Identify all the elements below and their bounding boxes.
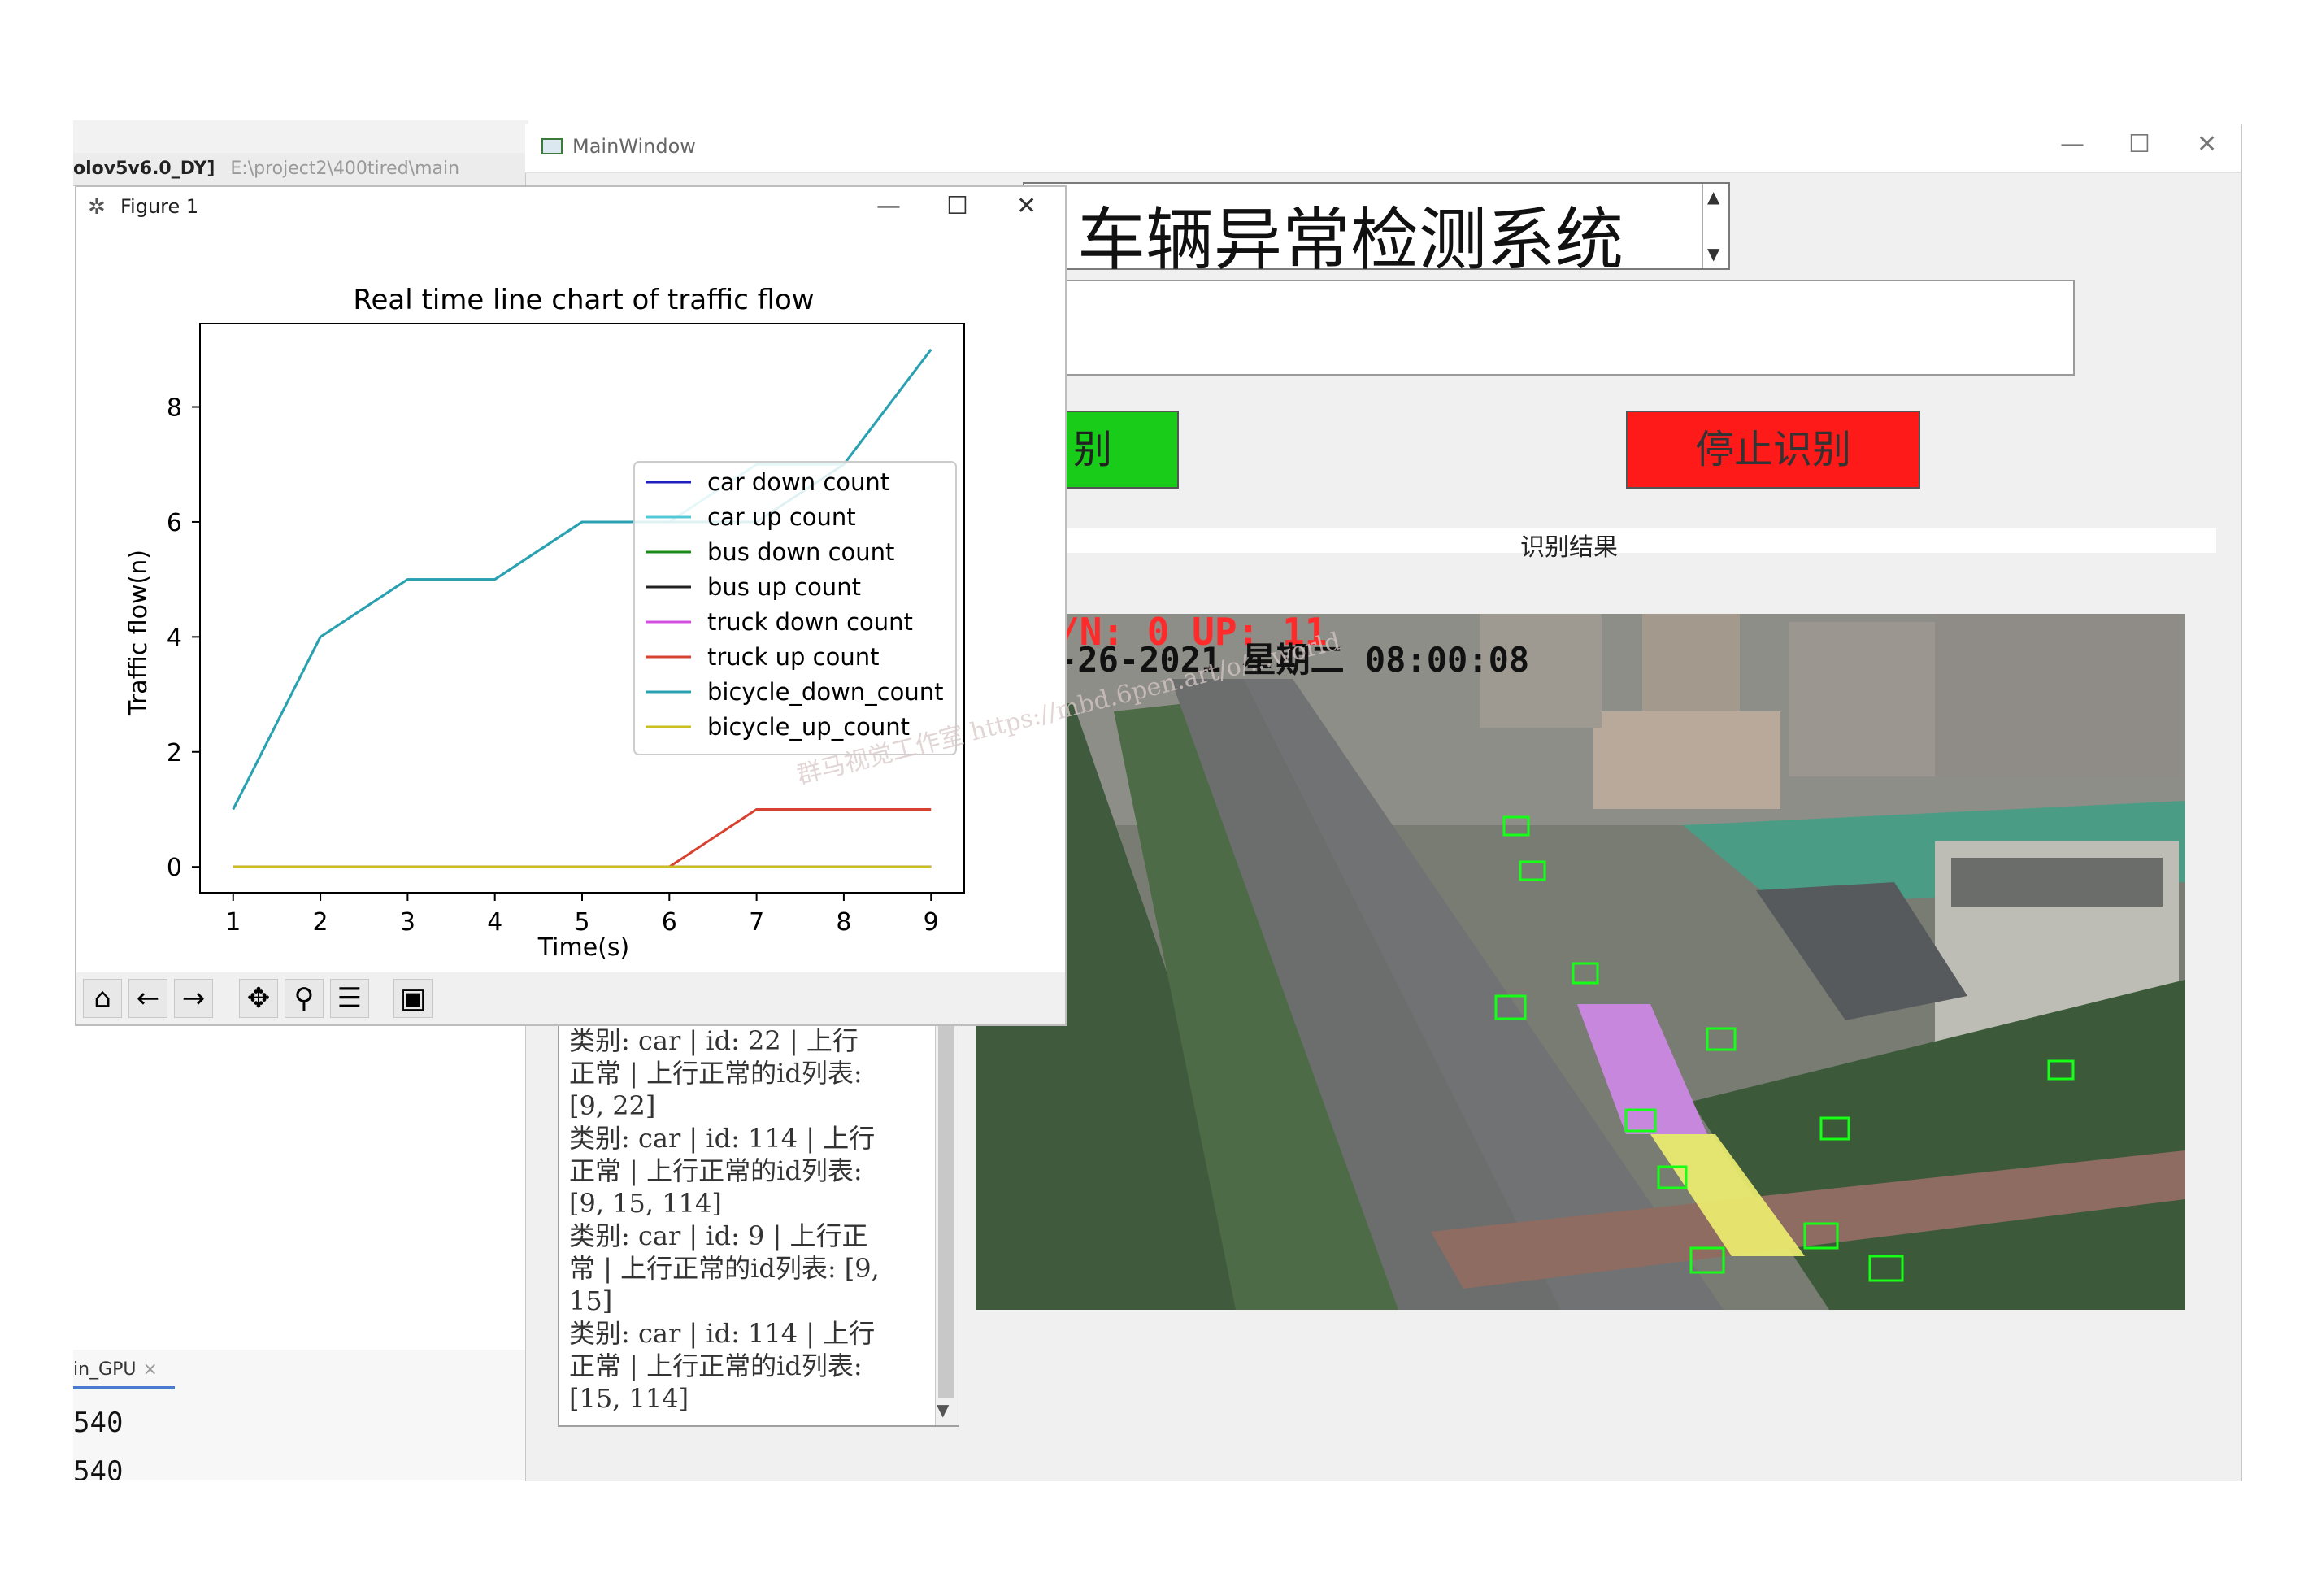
x-tick-label: 6 [662, 908, 677, 937]
x-axis-label: Time(s) [537, 933, 629, 962]
legend-label: truck down count [707, 608, 913, 636]
y-tick-label: 0 [167, 854, 182, 882]
main-window-titlebar[interactable] [525, 124, 2241, 173]
home-icon[interactable]: ⌂ [83, 979, 122, 1018]
log-line: 常 | 上行正常的id列表: [9, [569, 1253, 880, 1284]
traffic-flow-chart: Real time line chart of traffic flow 1 2 3… [124, 284, 965, 962]
result-header [1023, 528, 2216, 553]
y-tick-label: 2 [167, 739, 182, 768]
video-path-input[interactable] [1023, 280, 2075, 376]
log-line: 类别: car | id: 9 | 上行正 [569, 1220, 868, 1251]
log-line: 类别: car | id: 114 | 上行 [569, 1318, 876, 1349]
zoom-icon[interactable]: ⚲ [285, 979, 324, 1018]
x-tick-label: 4 [487, 908, 502, 937]
ide-run-tab[interactable]: in_GPU × [73, 1354, 158, 1386]
log-line: [9, 22] [569, 1090, 656, 1121]
ide-project-path: E:\project2\400tired\main [230, 159, 460, 179]
log-line: [15, 114] [569, 1383, 689, 1414]
spin-down-icon[interactable]: ▼ [1707, 244, 1719, 263]
y-tick-label: 8 [167, 394, 182, 423]
forward-icon[interactable]: → [174, 979, 213, 1018]
figure-close-button[interactable]: ✕ [1016, 192, 1037, 220]
y-tick-label: 4 [167, 624, 182, 652]
log-line: 类别: car | id: 22 | 上行 [569, 1025, 859, 1056]
detection-video-frame [976, 614, 2185, 1310]
x-tick-label: 2 [313, 908, 328, 937]
y-tick-label: 6 [167, 509, 182, 537]
save-icon[interactable]: ▣ [393, 979, 433, 1018]
figure-toolbar [76, 972, 1065, 1024]
figure-maximize-button[interactable]: ☐ [946, 192, 968, 220]
legend-label: bus up count [707, 573, 861, 601]
x-tick-label: 5 [574, 908, 589, 937]
figure-window-title: Figure 1 [120, 195, 199, 218]
log-line: 正常 | 上行正常的id列表: [569, 1058, 863, 1089]
ide-project-tab[interactable]: olov5v6.0_DY] E:\project2\400tired\main [73, 153, 528, 186]
log-line: 正常 | 上行正常的id列表: [569, 1155, 863, 1186]
ide-output-line: 540 [73, 1455, 124, 1480]
app-title: 车辆异常检测系统 [1077, 200, 1624, 280]
legend-label: car up count [707, 503, 856, 531]
ide-project-name: olov5v6.0_DY] [73, 159, 215, 179]
x-tick-label: 8 [836, 908, 851, 937]
y-axis-label: Traffic flow(n) [124, 550, 153, 716]
chart-title: Real time line chart of traffic flow [353, 284, 814, 316]
minimize-button[interactable]: — [2060, 130, 2084, 159]
x-tick-label: 3 [400, 908, 415, 937]
log-line: [9, 15, 114] [569, 1188, 722, 1219]
x-tick-label: 7 [749, 908, 764, 937]
legend-label: car down count [707, 468, 889, 496]
scroll-down-icon[interactable]: ▼ [937, 1400, 949, 1420]
figure-app-icon: ✲ [88, 195, 106, 220]
app-window-icon [541, 138, 563, 154]
ide-run-tab-label: in_GPU [73, 1359, 137, 1380]
legend-label: truck up count [707, 643, 879, 671]
log-line: 15] [569, 1285, 613, 1316]
legend-label: bus down count [707, 538, 894, 566]
log-content: 类别: car | id: 22 | 上行 正常 | 上行正常的id列表: [9… [569, 1024, 931, 1415]
x-tick-label: 1 [225, 908, 241, 937]
maximize-button[interactable]: ☐ [2128, 130, 2150, 159]
result-label: 识别结果 [1520, 533, 1618, 562]
legend-label: bicycle_down_count [707, 678, 943, 706]
log-scrollbar-thumb[interactable] [938, 1008, 954, 1398]
close-icon[interactable]: × [142, 1359, 157, 1380]
pan-icon[interactable]: ✥ [239, 979, 278, 1018]
spin-up-icon[interactable]: ▲ [1707, 187, 1719, 207]
chart-legend: car down count car up count bus down count… [633, 461, 957, 755]
x-tick-label: 9 [924, 908, 939, 937]
stop-recognition-button[interactable]: 停止识别 [1626, 411, 1920, 489]
log-line: 正常 | 上行正常的id列表: [569, 1350, 863, 1381]
configure-subplots-icon[interactable]: ☰ [330, 979, 369, 1018]
ide-run-tab-underline [73, 1386, 175, 1389]
main-window-title: MainWindow [572, 135, 696, 158]
video-scene [976, 614, 2185, 1310]
log-line: 类别: car | id: 114 | 上行 [569, 1123, 876, 1154]
ide-toolbar [73, 120, 528, 154]
figure-minimize-button[interactable]: — [876, 192, 901, 220]
back-icon[interactable]: ← [128, 979, 167, 1018]
ide-output-line: 540 [73, 1407, 124, 1439]
close-button[interactable]: ✕ [2197, 130, 2217, 159]
